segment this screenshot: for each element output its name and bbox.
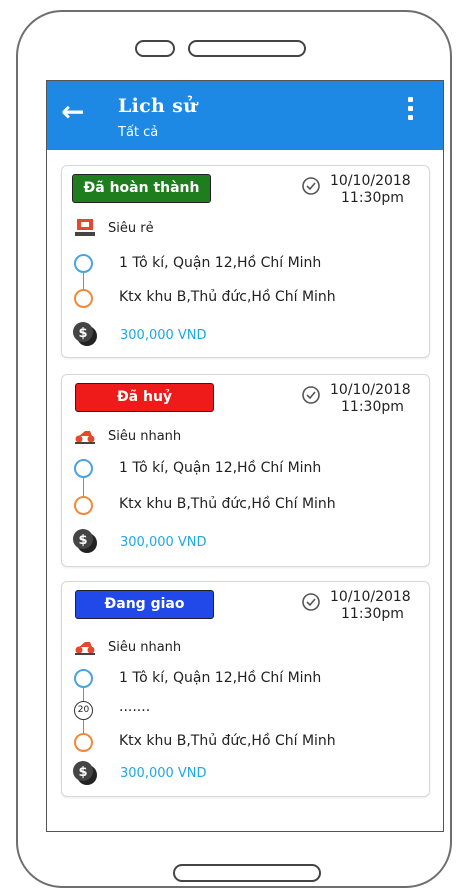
order-card[interactable]: Đang giao 10/10/2018 11:30pm Siêu nhanh … (61, 581, 430, 797)
order-time: 11:30pm (341, 606, 404, 622)
order-price: 300,000 VND (120, 535, 207, 550)
order-time: 11:30pm (341, 190, 404, 206)
service-label: Siêu nhanh (108, 429, 182, 444)
clock-check-icon (302, 593, 320, 611)
order-time: 11:30pm (341, 399, 404, 415)
phone-speaker (188, 40, 306, 57)
more-stops: ....... (119, 699, 151, 715)
order-price: 300,000 VND (120, 766, 207, 781)
stops-count-badge: 20 (74, 701, 93, 720)
service-label: Siêu rẻ (108, 221, 154, 236)
dropoff-address: Ktx khu B,Thủ đức,Hồ Chí Minh (119, 289, 336, 305)
status-badge: Đã huỷ (75, 383, 214, 412)
clock-check-icon (302, 386, 320, 404)
pickup-address: 1 Tô kí, Quận 12,Hồ Chí Minh (119, 460, 322, 476)
page-subtitle: Tất cả (118, 125, 159, 140)
coin-icon: $ (73, 529, 97, 553)
order-date: 10/10/2018 (330, 382, 411, 398)
order-card[interactable]: Đã hoàn thành 10/10/2018 11:30pm Siêu rẻ… (61, 165, 430, 358)
clock-check-icon (302, 177, 320, 195)
motorbike-icon (75, 642, 95, 655)
phone-home-button[interactable] (173, 864, 321, 882)
dropoff-marker (74, 496, 93, 515)
cheap-service-icon (75, 219, 95, 236)
coin-icon: $ (73, 761, 97, 785)
status-badge: Đã hoàn thành (72, 174, 211, 203)
dropoff-address: Ktx khu B,Thủ đức,Hồ Chí Minh (119, 496, 336, 512)
route-line (83, 720, 84, 733)
app-bar: ← Lich sử Tất cả (47, 81, 443, 150)
order-card[interactable]: Đã huỷ 10/10/2018 11:30pm Siêu nhanh 1 T… (61, 374, 430, 567)
more-vertical-icon[interactable] (402, 97, 418, 129)
status-badge: Đang giao (75, 590, 214, 619)
pickup-marker (74, 669, 93, 688)
order-date: 10/10/2018 (330, 589, 411, 605)
app-screen: ← Lich sử Tất cả Đã hoàn thành 10/10/201… (46, 80, 444, 832)
service-label: Siêu nhanh (108, 640, 182, 655)
dropoff-address: Ktx khu B,Thủ đức,Hồ Chí Minh (119, 733, 336, 749)
route-line (83, 478, 84, 496)
motorbike-icon (75, 431, 95, 444)
order-date: 10/10/2018 (330, 173, 411, 189)
dropoff-marker (74, 733, 93, 752)
route-line (83, 273, 84, 289)
svg-text:$: $ (78, 533, 87, 548)
coin-icon: $ (73, 322, 97, 346)
dropoff-marker (74, 289, 93, 308)
svg-text:$: $ (78, 326, 87, 341)
page-title: Lich sử (118, 95, 198, 117)
pickup-marker (74, 254, 93, 273)
route-line (83, 688, 84, 701)
svg-text:$: $ (78, 765, 87, 780)
pickup-marker (74, 459, 93, 478)
pickup-address: 1 Tô kí, Quận 12,Hồ Chí Minh (119, 255, 322, 271)
arrow-left-icon[interactable]: ← (61, 98, 95, 127)
order-price: 300,000 VND (120, 328, 207, 343)
pickup-address: 1 Tô kí, Quận 12,Hồ Chí Minh (119, 670, 322, 686)
phone-camera (135, 40, 175, 57)
